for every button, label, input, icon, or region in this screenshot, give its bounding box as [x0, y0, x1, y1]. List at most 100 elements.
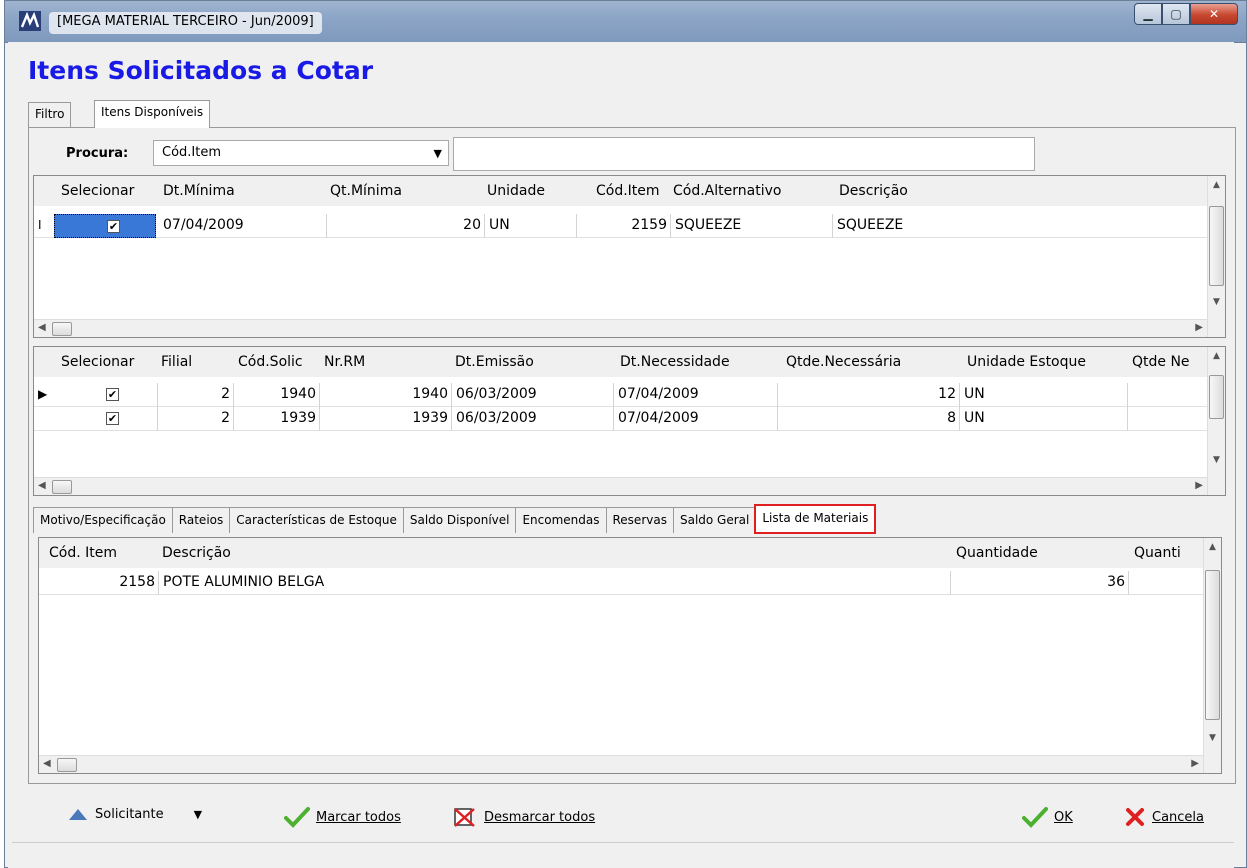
cell-nr-rm: 1940: [320, 383, 452, 407]
col-header-descricao[interactable]: Descrição: [839, 183, 908, 199]
status-bar: [12, 842, 1234, 868]
tab-encomendas[interactable]: Encomendas: [515, 507, 607, 533]
scroll-thumb[interactable]: [52, 322, 72, 336]
tab-saldo-disponivel[interactable]: Saldo Disponível: [402, 507, 517, 533]
col-header-selecionar[interactable]: Selecionar: [61, 183, 134, 199]
col-header-qtde-necessaria[interactable]: Qtde.Necessária: [786, 354, 901, 370]
scroll-up-icon[interactable]: ▲: [1204, 542, 1221, 560]
cell-cod-item: 2159: [577, 214, 671, 238]
scroll-thumb[interactable]: [1209, 206, 1224, 286]
chevron-down-icon[interactable]: ▼: [434, 147, 442, 160]
chevron-down-icon[interactable]: ▼: [194, 808, 202, 821]
scroll-up-icon[interactable]: ▲: [1208, 180, 1225, 198]
cell-dt-emissao: 06/03/2009: [452, 383, 614, 407]
scroll-left-icon[interactable]: ◀: [38, 322, 46, 333]
col-header-quanti[interactable]: Quanti: [1134, 545, 1181, 561]
scroll-up-icon[interactable]: ▲: [1208, 351, 1225, 369]
col-header-cod-solic[interactable]: Cód.Solic: [238, 354, 303, 370]
col-header-cod-item[interactable]: Cód. Item: [49, 545, 117, 561]
materials-grid-vscroll[interactable]: ▲ ▼: [1203, 538, 1221, 773]
col-header-quantidade[interactable]: Quantidade: [956, 545, 1038, 561]
solicitante-button[interactable]: Solicitante ▼: [67, 806, 202, 822]
cell-quanti: [1129, 571, 1205, 595]
col-header-cod-alternativo[interactable]: Cód.Alternativo: [673, 183, 781, 199]
tab-saldo-geral[interactable]: Saldo Geral: [672, 507, 757, 533]
col-header-dt-minima[interactable]: Dt.Mínima: [163, 183, 235, 199]
cancel-label: Cancela: [1152, 809, 1205, 825]
materials-grid: Cód. Item Descrição Quantidade Quanti 21…: [38, 537, 1222, 774]
materials-grid-header: Cód. Item Descrição Quantidade Quanti: [39, 538, 1203, 568]
cell-unidade: UN: [485, 214, 577, 238]
cell-cod-solic: 1939: [234, 407, 320, 431]
scroll-thumb[interactable]: [57, 758, 77, 772]
cell-filial: 2: [158, 407, 234, 431]
select-checkbox[interactable]: ✔: [107, 220, 120, 233]
cell-unidade-estoque: UN: [960, 383, 1128, 407]
close-icon: [1126, 808, 1144, 826]
col-header-qt-minima[interactable]: Qt.Mínima: [330, 183, 402, 199]
tab-motivo-especificacao[interactable]: Motivo/Especificação: [33, 507, 173, 533]
requests-grid-hscroll[interactable]: ◀ ▶: [34, 477, 1207, 495]
scroll-down-icon[interactable]: ▼: [1208, 297, 1225, 315]
items-grid-vscroll[interactable]: ▲ ▼: [1207, 176, 1225, 337]
select-cell[interactable]: ✔: [54, 383, 158, 407]
scroll-down-icon[interactable]: ▼: [1208, 455, 1225, 473]
title-bar[interactable]: [MEGA MATERIAL TERCEIRO - Jun/2009] ▁ ▢ …: [5, 1, 1246, 43]
requests-grid: Selecionar Filial Cód.Solic Nr.RM Dt.Emi…: [33, 346, 1226, 496]
deselect-all-button[interactable]: Desmarcar todos: [452, 806, 595, 828]
table-row[interactable]: ✔ 2 1939 1939 06/03/2009 07/04/2009 8 UN: [34, 407, 1207, 431]
select-cell[interactable]: ✔: [54, 407, 158, 431]
col-header-filial[interactable]: Filial: [161, 354, 192, 370]
col-header-dt-necessidade[interactable]: Dt.Necessidade: [620, 354, 730, 370]
scroll-thumb[interactable]: [1209, 375, 1224, 419]
tab-rateios[interactable]: Rateios: [171, 507, 231, 533]
tab-caracteristicas-estoque[interactable]: Características de Estoque: [229, 507, 404, 533]
select-cell[interactable]: ✔: [54, 214, 156, 238]
check-icon: [284, 807, 310, 828]
scroll-left-icon[interactable]: ◀: [43, 758, 51, 769]
materials-grid-hscroll[interactable]: ◀ ▶: [39, 755, 1203, 773]
col-header-selecionar[interactable]: Selecionar: [61, 354, 134, 370]
cell-qt-minima: 20: [327, 214, 485, 238]
cancel-button[interactable]: Cancela: [1124, 806, 1204, 828]
table-row[interactable]: I ✔ 07/04/2009 20 UN 2159 SQUEEZE SQUEEZ…: [34, 214, 1207, 238]
scroll-right-icon[interactable]: ▶: [1195, 322, 1203, 333]
select-checkbox[interactable]: ✔: [106, 388, 119, 401]
requests-grid-vscroll[interactable]: ▲ ▼: [1207, 347, 1225, 495]
solicitante-label: Solicitante: [95, 806, 164, 822]
table-row[interactable]: ▶ ✔ 2 1940 1940 06/03/2009 07/04/2009 12…: [34, 383, 1207, 407]
col-header-dt-emissao[interactable]: Dt.Emissão: [455, 354, 534, 370]
tab-itens-disponiveis[interactable]: Itens Disponíveis: [94, 100, 211, 128]
cell-dt-necessidade: 07/04/2009: [614, 383, 778, 407]
search-field-select[interactable]: Cód.Item ▼: [153, 140, 449, 166]
scroll-down-icon[interactable]: ▼: [1204, 733, 1221, 751]
cell-descricao: POTE ALUMINIO BELGA: [159, 571, 951, 595]
col-header-descricao[interactable]: Descrição: [162, 545, 231, 561]
check-icon: [1022, 807, 1048, 828]
scroll-right-icon[interactable]: ▶: [1195, 480, 1203, 491]
tab-lista-materiais[interactable]: Lista de Materiais: [754, 504, 877, 534]
tab-reservas[interactable]: Reservas: [605, 507, 674, 533]
scroll-right-icon[interactable]: ▶: [1191, 758, 1199, 769]
row-indicator: [34, 407, 56, 431]
select-all-button[interactable]: Marcar todos: [284, 806, 401, 828]
col-header-cod-item[interactable]: Cód.Item: [596, 183, 660, 199]
close-button[interactable]: ✕: [1190, 3, 1238, 25]
col-header-nr-rm[interactable]: Nr.RM: [324, 354, 365, 370]
table-row[interactable]: 2158 POTE ALUMINIO BELGA 36: [39, 571, 1203, 595]
minimize-button[interactable]: ▁: [1134, 3, 1162, 25]
cell-dt-minima: 07/04/2009: [159, 214, 327, 238]
scroll-left-icon[interactable]: ◀: [38, 480, 46, 491]
items-grid-hscroll[interactable]: ◀ ▶: [34, 319, 1207, 337]
select-checkbox[interactable]: ✔: [106, 412, 119, 425]
tab-filtro[interactable]: Filtro: [28, 102, 72, 128]
deselect-all-label: Desmarcar todos: [484, 809, 596, 825]
col-header-unidade-estoque[interactable]: Unidade Estoque: [967, 354, 1086, 370]
search-input[interactable]: [453, 137, 1035, 171]
scroll-thumb[interactable]: [1205, 570, 1220, 720]
scroll-thumb[interactable]: [52, 480, 72, 494]
maximize-button[interactable]: ▢: [1162, 3, 1190, 25]
col-header-unidade[interactable]: Unidade: [487, 183, 545, 199]
col-header-qtde-ne[interactable]: Qtde Ne: [1132, 354, 1190, 370]
ok-button[interactable]: OK: [1022, 806, 1073, 828]
